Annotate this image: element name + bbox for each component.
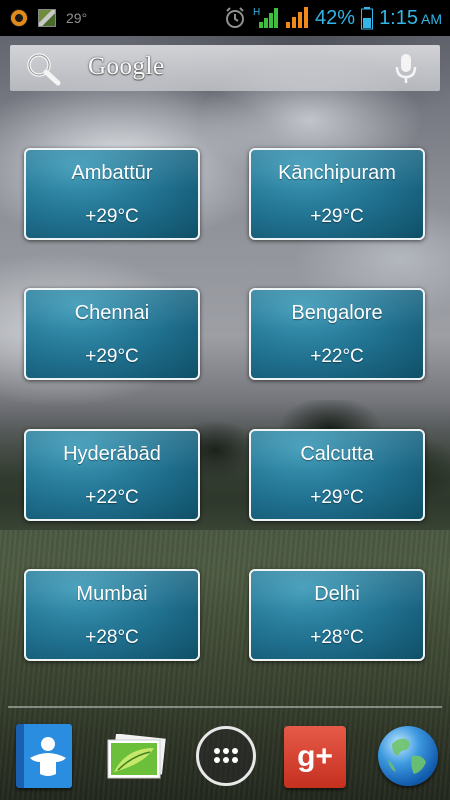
image-notification-icon	[38, 9, 56, 27]
weather-widget-kanchipuram[interactable]: Kānchipuram +29°C	[249, 148, 425, 240]
weather-widget-bengalore[interactable]: Bengalore +22°C	[249, 288, 425, 380]
google-plus-label: g+	[297, 740, 333, 773]
widget-temp: +29°C	[85, 206, 139, 227]
widget-city: Mumbai	[76, 583, 148, 605]
widget-temp: +22°C	[310, 346, 364, 367]
weather-widget-ambattur[interactable]: Ambattūr +29°C	[24, 148, 200, 240]
widget-city: Calcutta	[300, 443, 374, 465]
widget-city: Kānchipuram	[278, 162, 396, 184]
alarm-icon	[223, 6, 247, 30]
clock: 1:15 AM	[379, 7, 442, 30]
weather-widget-hyderabad[interactable]: Hyderābād +22°C	[24, 429, 200, 521]
widget-temp: +29°C	[310, 487, 364, 508]
widget-temp: +22°C	[85, 487, 139, 508]
widget-city: Ambattūr	[71, 162, 153, 184]
weather-widget-delhi[interactable]: Delhi +28°C	[249, 569, 425, 661]
clock-time: 1:15	[379, 6, 418, 29]
widget-city: Bengalore	[291, 302, 383, 324]
status-bar: 29° H 42% 1:15 AM	[0, 0, 450, 36]
google-logo-text: Google	[88, 53, 165, 80]
svg-text:H: H	[253, 7, 260, 18]
contacts-icon[interactable]	[16, 724, 72, 788]
widget-temp: +29°C	[85, 346, 139, 367]
app-drawer-icon[interactable]	[196, 726, 256, 786]
app-notification-icon	[10, 9, 28, 27]
google-search-bar[interactable]: Google	[10, 45, 440, 91]
widget-city: Hyderābād	[63, 443, 161, 465]
status-temperature: 29°	[66, 10, 88, 26]
widget-temp: +29°C	[310, 206, 364, 227]
browser-globe-icon[interactable]	[378, 726, 438, 786]
signal-icon: H	[253, 6, 279, 30]
google-plus-icon[interactable]: g+	[284, 726, 346, 788]
battery-icon	[361, 6, 374, 30]
widget-city: Delhi	[314, 583, 360, 605]
widget-temp: +28°C	[85, 627, 139, 648]
dock-divider	[8, 706, 442, 708]
battery-percent: 42%	[315, 6, 356, 29]
gallery-icon[interactable]	[104, 733, 168, 780]
clock-ampm: AM	[421, 10, 442, 27]
mic-icon[interactable]	[394, 53, 418, 90]
widget-city: Chennai	[74, 302, 150, 324]
weather-widget-chennai[interactable]: Chennai +29°C	[24, 288, 200, 380]
widget-temp: +28°C	[310, 627, 364, 648]
weather-widget-mumbai[interactable]: Mumbai +28°C	[24, 569, 200, 661]
signal-icon-2	[285, 6, 309, 30]
search-icon[interactable]	[24, 51, 64, 92]
weather-widget-calcutta[interactable]: Calcutta +29°C	[249, 429, 425, 521]
